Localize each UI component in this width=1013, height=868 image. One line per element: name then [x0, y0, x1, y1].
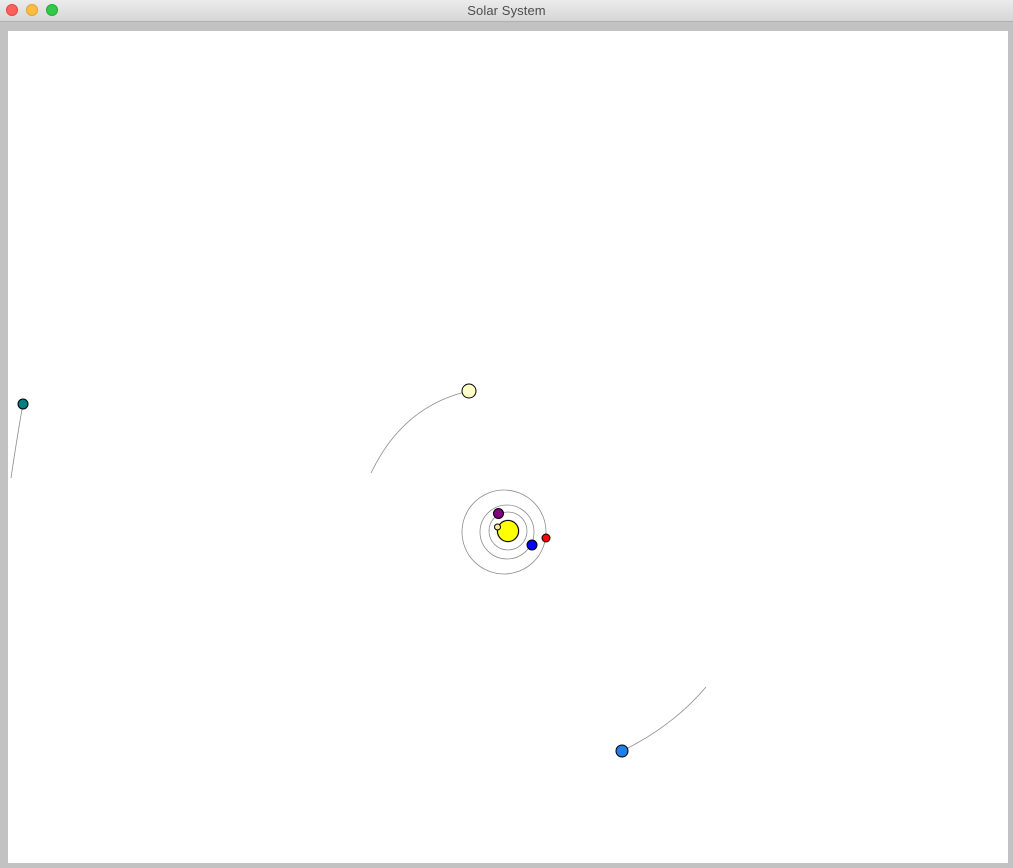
window-title: Solar System: [467, 3, 546, 18]
sun: [497, 520, 519, 542]
orbit-trail-pale: [370, 390, 470, 474]
orbit-trail-skyblue: [621, 686, 707, 752]
planet-purple: [493, 508, 504, 519]
planet-blue: [526, 539, 538, 551]
solar-system-drawing: [10, 383, 707, 758]
orbit-trails: [10, 390, 707, 752]
simulation-canvas[interactable]: [8, 31, 1008, 863]
planet-skyblue: [615, 744, 629, 758]
title-bar[interactable]: Solar System: [0, 0, 1013, 22]
planet-teal: [17, 398, 29, 410]
bodies: [17, 383, 629, 758]
planet-pale: [461, 383, 477, 399]
planet-red: [541, 533, 551, 543]
orbit-trail-outer-left: [10, 403, 24, 479]
app-window: Solar System: [0, 0, 1013, 868]
planet-tiny: [494, 523, 501, 531]
